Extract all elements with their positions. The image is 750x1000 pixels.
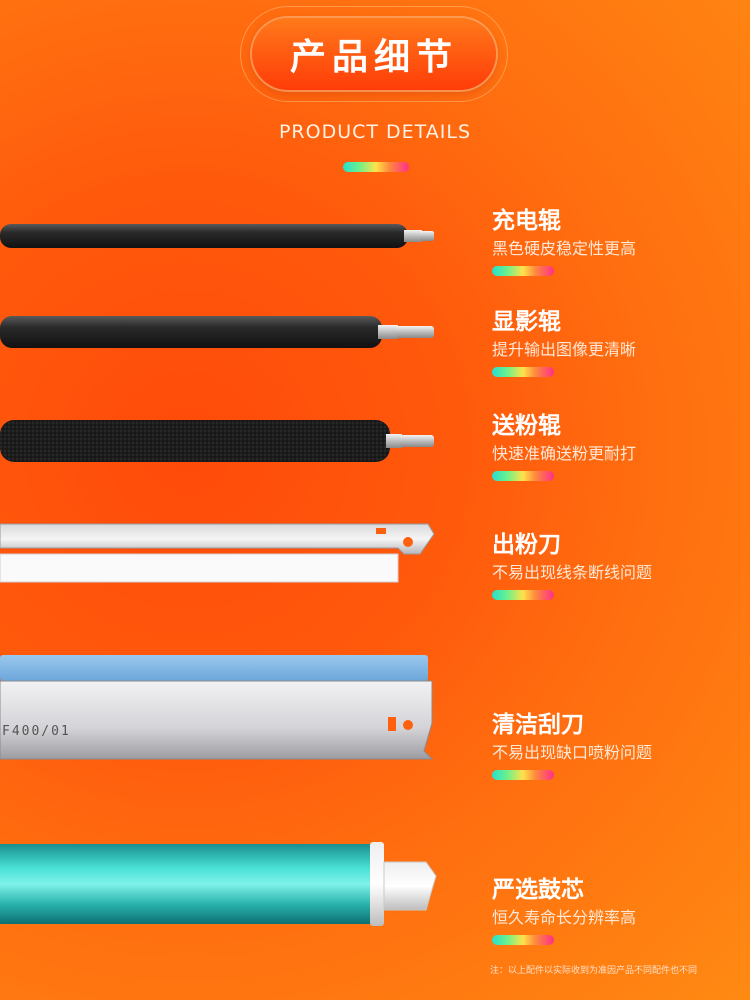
- page-title: 产品细节: [289, 37, 458, 78]
- part-name: 送粉辊: [492, 413, 561, 439]
- part-description: 不易出现缺口喷粉问题: [492, 743, 653, 762]
- part-item-toner-feed-roller: 送粉辊 快速准确送粉更耐打: [492, 411, 636, 481]
- opc-drum-icon: [0, 842, 437, 926]
- part-description: 黑色硬皮稳定性更高: [492, 239, 637, 258]
- footer-note: 注：以上配件以实际收到为准因产品不同配件也不同: [490, 966, 698, 976]
- item-rainbow-bar: [492, 266, 554, 276]
- toner-feed-roller-icon: [0, 420, 434, 462]
- title-badge: 产品细节: [252, 18, 496, 90]
- part-description: 快速准确送粉更耐打: [492, 444, 637, 463]
- cleaning-blade-icon: F400/01: [0, 655, 434, 760]
- part-name: 显影辊: [492, 309, 561, 335]
- item-rainbow-bar: [492, 770, 554, 780]
- item-rainbow-bar: [492, 367, 554, 377]
- doctor-blade-icon: [0, 523, 435, 583]
- part-description: 提升输出图像更清晰: [492, 340, 637, 359]
- part-description: 恒久寿命长分辨率高: [492, 908, 637, 927]
- part-description: 不易出现线条断线问题: [492, 563, 653, 582]
- part-item-developer-roller: 显影辊 提升输出图像更清晰: [492, 307, 636, 377]
- part-item-charge-roller: 充电辊 黑色硬皮稳定性更高: [492, 206, 636, 276]
- part-name: 出粉刀: [492, 532, 561, 558]
- part-name: 严选鼓芯: [492, 877, 584, 903]
- part-name: 充电辊: [492, 208, 561, 234]
- blade-part-marking: F400/01: [2, 724, 71, 739]
- page-subtitle: PRODUCT DETAILS: [278, 121, 472, 143]
- part-item-doctor-blade: 出粉刀 不易出现线条断线问题: [492, 530, 652, 600]
- part-item-cleaning-blade: 清洁刮刀 不易出现缺口喷粉问题: [492, 710, 652, 780]
- part-item-opc-drum: 严选鼓芯 恒久寿命长分辨率高: [492, 875, 636, 945]
- item-rainbow-bar: [492, 471, 554, 481]
- developer-roller-icon: [0, 316, 434, 348]
- item-rainbow-bar: [492, 935, 554, 945]
- charge-roller-icon: [0, 224, 434, 248]
- item-rainbow-bar: [492, 590, 554, 600]
- title-rainbow-bar: [343, 162, 409, 172]
- part-name: 清洁刮刀: [492, 712, 584, 738]
